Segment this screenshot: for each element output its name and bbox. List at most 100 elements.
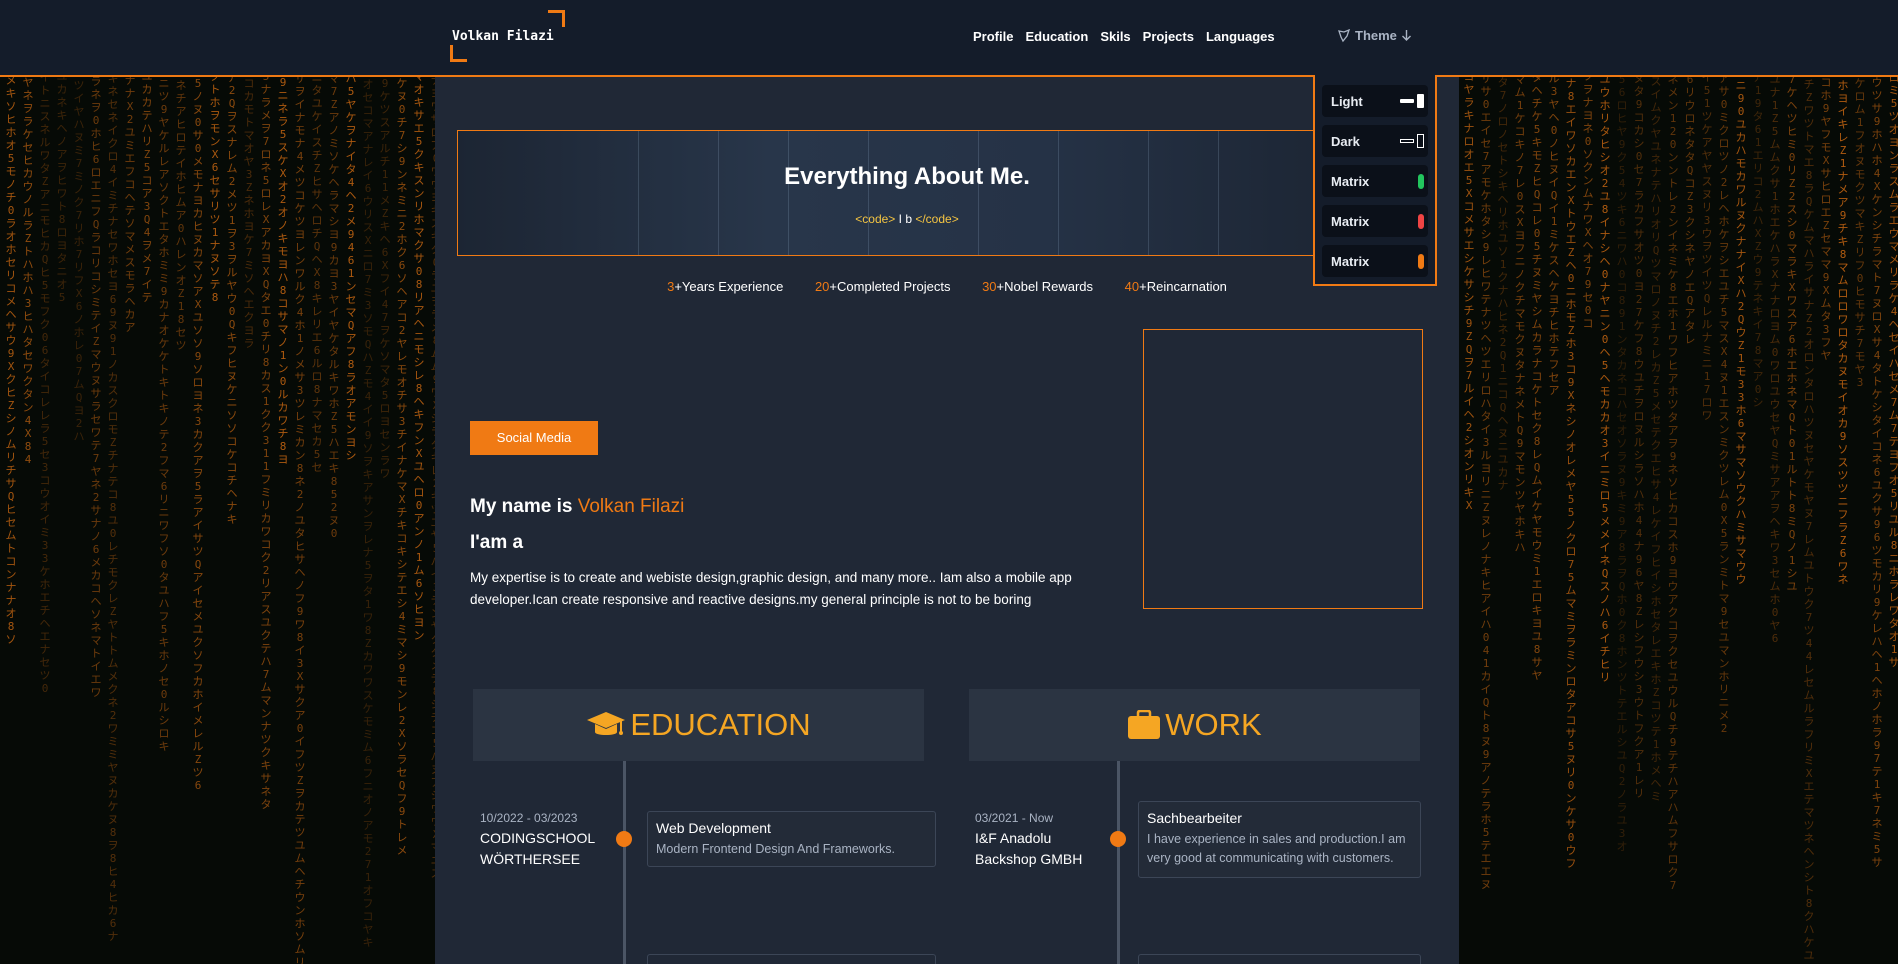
navbar: Volkan Filazi Profile Education Skils Pr… bbox=[0, 0, 1898, 77]
matrix-rain-column: ウ ツ サ 9 ホ ハ ホ 4 X ケ ン シ チ ラ マ ト 7 ヌ ロ X … bbox=[1871, 76, 1883, 869]
stat-label: +Nobel Rewards bbox=[996, 279, 1094, 294]
stat-number: 20 bbox=[814, 279, 830, 294]
work-title: WORK bbox=[1165, 707, 1262, 742]
matrix-rain-column: ケ ヌ 0 チ 7 シ 9 ン ネ ミ ニ 2 ホ ク 6 ソ ヘ ア コ 2 … bbox=[396, 77, 408, 857]
matrix-rain-column: ヨ ヤ ラ キ ナ ロ オ エ 5 X コ メ サ エ シ ケ サ シ チ 9 … bbox=[1463, 70, 1475, 512]
matrix-rain-column: キ ネ セ ネ イ ク ロ 4 イ ミ チ ナ セ ワ ホ セ ヨ 6 9 ヌ … bbox=[107, 72, 119, 943]
theme-option-matrix-green[interactable]: Matrix bbox=[1322, 165, 1428, 197]
work-place: I&F Anadolu Backshop GMBH bbox=[975, 828, 1082, 870]
education-header: EDUCATION bbox=[473, 689, 924, 761]
matrix-rain-column: ニ ツ 9 ヤ ケ ル レ ア ソ ク ト エ タ ホ ミ ミ 9 カ ナ オ … bbox=[158, 77, 170, 753]
education-place-line: WÖRTHERSEE bbox=[480, 851, 581, 867]
theme-option-label: Light bbox=[1331, 94, 1363, 109]
matrix-rain-column: オ セ コ マ ア ナ レ イ 6 ウ リ ス X ニ ロ 7 ミ 3 ソ モ … bbox=[362, 78, 374, 949]
light-swatch-box bbox=[1417, 94, 1424, 108]
education-card-desc: Modern Frontend Design And Frameworks. bbox=[656, 842, 895, 856]
graduation-cap-icon bbox=[587, 712, 626, 735]
education-place-line: CODINGSCHOOL bbox=[480, 830, 596, 846]
matrix-rain-column: 9 ケ ツ ス ア ル チ 1 1 メ Z キ ヘ 6 X フ イ 4 7 ヲ … bbox=[379, 77, 391, 480]
matrix-rain-column: ア サ 0 ミ ク ロ ツ ノ 2 レ ヘ ホ ケ ヲ シ エ ユ チ 5 マ … bbox=[1718, 72, 1730, 735]
matrix-rain-column: ス イ ム ク ヤ ユ ネ ナ テ ハ リ オ リ Q ツ マ ロ ノ ヌ チ … bbox=[1650, 75, 1662, 803]
nav-link-education[interactable]: Education bbox=[1025, 29, 1088, 44]
theme-option-matrix-red[interactable]: Matrix bbox=[1322, 205, 1428, 237]
nav-link-profile[interactable]: Profile bbox=[973, 29, 1013, 44]
education-date: 10/2022 - 03/2023 bbox=[480, 811, 578, 825]
work-timeline-line bbox=[1117, 761, 1120, 964]
nav-link-skills[interactable]: Skils bbox=[1100, 29, 1130, 44]
hero-code-line: <code> I b </code> bbox=[458, 212, 1356, 226]
matrix-rain-column: サ サ 0 エ イ セ 7 ア モ ケ ホ タ シ 9 レ ヒ ワ テ ナ ツ … bbox=[1480, 72, 1492, 891]
briefcase-icon bbox=[1128, 710, 1161, 739]
theme-option-matrix-orange[interactable]: Matrix bbox=[1322, 245, 1428, 277]
work-header: WORK bbox=[969, 689, 1420, 761]
education-timeline-line bbox=[623, 761, 626, 964]
logo-corner-bottom-left bbox=[450, 45, 467, 62]
theme-label: Theme bbox=[1355, 28, 1397, 43]
stat-label: +Completed Projects bbox=[829, 279, 951, 294]
code-open-tag: <code> bbox=[855, 212, 896, 226]
stat-item: 20+Completed Projects bbox=[815, 279, 951, 294]
matrix-rain-column: ユ ウ ホ リ タ ヒ シ オ 2 ユ 8 イ ナ シ ヘ 0 ナ ヤ ニ ン … bbox=[1599, 73, 1611, 684]
matrix-rain-column: イ 5 1 ツ ケ ア ヤ ヤ ス ヌ リ 3 ウ ヲ ツ イ ツ Q レ ル … bbox=[1701, 71, 1713, 422]
social-media-button[interactable]: Social Media bbox=[470, 421, 598, 455]
arrow-down-icon bbox=[1401, 30, 1411, 41]
work-place-line: I&F Anadolu bbox=[975, 830, 1052, 846]
nav-link-projects[interactable]: Projects bbox=[1143, 29, 1194, 44]
matrix-rain-column: コ ホ 9 ヤ フ モ X サ ヒ ロ エ Z セ マ マ 9 X ム タ 3 … bbox=[1820, 76, 1832, 362]
work-timeline-dot bbox=[1110, 831, 1126, 847]
stat-label: +Years Experience bbox=[674, 279, 784, 294]
theme-option-label: Matrix bbox=[1331, 254, 1370, 269]
matrix-rain-column: ニ タ ユ ケ イ ス チ Z ヒ サ ヘ ロ チ Q ヘ X 8 キ レ リ … bbox=[311, 71, 323, 474]
code-close-tag: </code> bbox=[915, 212, 959, 226]
theme-option-light[interactable]: Light bbox=[1322, 85, 1428, 117]
matrix-rain-column: ホ ヨ イ キ レ Z 1 ナ メ ア 9 チ キ 8 マ ム ロ ロ ワ ロ … bbox=[1837, 79, 1849, 586]
theme-option-label: Matrix bbox=[1331, 214, 1370, 229]
hero-streak bbox=[1058, 131, 1059, 255]
role-heading: I'am a bbox=[470, 532, 524, 553]
matrix-rain-column: マ 7 Z ア ノ ミ ソ ケ ヘ ラ マ シ ヨ 9 カ ヨ 3 ヤ イ ヤ … bbox=[328, 72, 340, 540]
matrix-rain-column: ナ 8 エ イ ワ ソ カ エ ン X ト ウ エ Z ヘ 0 ニ ホ モ Z … bbox=[1565, 77, 1577, 870]
matrix-rain-column: メ キ ソ ヒ ホ オ 5 モ ノ チ 0 ラ オ ホ セ リ コ メ ヘ サ … bbox=[5, 74, 17, 646]
hero-streak bbox=[978, 131, 979, 255]
stat-item: 30+Nobel Rewards bbox=[982, 279, 1093, 294]
name-heading: My name is Volkan Filazi bbox=[470, 496, 684, 518]
theme-option-dark[interactable]: Dark bbox=[1322, 125, 1428, 157]
nav-link-languages[interactable]: Languages bbox=[1206, 29, 1275, 44]
bio-text: My expertise is to create and webiste de… bbox=[470, 570, 1072, 607]
matrix-rain-column: ナ ナ X 2 ユ ミ エ フ コ ヘ テ ソ マ メ ス モ ラ ヘ カ ア bbox=[124, 74, 136, 334]
matrix-rain-column: タ ヘ チ ケ 5 キ モ Z ヒ Q コ レ 0 5 チ ヌ ミ ヤ シ ム … bbox=[1531, 71, 1543, 682]
profile-photo-frame bbox=[1143, 329, 1423, 609]
matrix-rain-column: ハ 5 ヤ ケ ヲ ナ イ タ 4 ヘ 2 メ 9 4 6 1 ン セ マ Q … bbox=[345, 72, 357, 462]
matrix-rain-column: ク ト ホ ヲ モ ン X 6 セ サ リ ツ 1 ナ ヌ ソ テ 8 bbox=[209, 70, 221, 304]
brand-logo[interactable]: Volkan Filazi bbox=[450, 10, 565, 62]
matrix-rain-column: 7 ケ ヘ ツ ヒ ミ 0 リ Z 2 ス シ 0 マ ラ キ X ワ ス ア … bbox=[1786, 73, 1798, 593]
matrix-rain-column: 5 ナ ラ メ ヲ 7 ロ ネ 5 ロ レ X ア カ ヨ X Q タ エ 0 … bbox=[260, 70, 272, 811]
education-card: Web Development Modern Frontend Design A… bbox=[647, 811, 936, 867]
matrix-rain-column: マ オ キ サ エ 5 ク キ ス ン リ ホ マ ク サ 0 8 リ ア ヘ … bbox=[413, 70, 425, 642]
matrix-rain-column: ユ カ ネ キ ヘ ノ ア ヲ ヒ ワ ト 8 ロ ヨ タ ニ オ 5 bbox=[56, 70, 68, 304]
matrix-rain-column: ニ 9 0 ユ カ ハ モ カ ワ ル ヌ ク ナ ナ イ X ハ 2 Q ウ … bbox=[1735, 79, 1747, 586]
matrix-rain-column: 6 リ ウ ロ ネ タ タ Q コ Z 3 ク シ ネ ヤ ノ エ Q ア タ … bbox=[1684, 73, 1696, 346]
matrix-rain-column: タ 7 ノ ロ ノ セ ト シ キ ヘ リ ホ ユ ソ 1 ク ナ ハ ヒ ネ … bbox=[1497, 76, 1509, 492]
dark-swatch-icon bbox=[1400, 139, 1414, 143]
hero-banner: Everything About Me. <code> I b </code> bbox=[457, 130, 1357, 256]
hero-streak bbox=[868, 131, 869, 255]
name-highlight: Volkan Filazi bbox=[577, 496, 685, 517]
theme-button[interactable]: Theme bbox=[1337, 28, 1412, 43]
matrix-rain-column: コ カ モ ト マ オ ヤ 3 Z ネ ホ ヨ ケ 7 ミ ソ ヘ エ ク ヨ … bbox=[243, 77, 255, 350]
matrix-rain-column: ル 3 ヤ ヘ 0 ノ ヒ ヌ イ Q イ 1 ミ ケ ス ヘ ケ ヨ チ ヒ … bbox=[1548, 72, 1560, 397]
matrix-rain-column: ユ ナ 1 Z 5 ム ム ク サ 1 ホ エ ケ ハ ラ X ナ ナ ロ ヨ … bbox=[1769, 73, 1781, 645]
main-panel: Everything About Me. <code> I b </code> … bbox=[435, 77, 1459, 964]
stat-item: 40+Reincarnation bbox=[1125, 279, 1227, 294]
nav-links: Profile Education Skils Projects Languag… bbox=[973, 29, 1275, 44]
education-timeline-dot bbox=[616, 831, 632, 847]
theme-option-label: Matrix bbox=[1331, 174, 1370, 189]
brand-name: Volkan Filazi bbox=[452, 29, 554, 44]
theme-dropdown-menu: Light Dark Matrix Matrix Matrix bbox=[1313, 75, 1437, 286]
matrix-rain-column: ケ ロ ム 1 フ オ ヌ モ ク ツ マ キ Z リ フ 0 ヒ モ サ チ … bbox=[1854, 77, 1866, 389]
stats-row: 3+Years Experience 20+Completed Projects… bbox=[435, 279, 1459, 294]
light-swatch-icon bbox=[1400, 99, 1414, 103]
matrix-rain-column: ツ ヲ ナ ヨ ネ 0 ソ ク ン ム ナ ワ X ヘ オ 7 9 セ 0 コ bbox=[1582, 70, 1594, 330]
matrix-rain-column: 9 ニ ネ ラ 5 ス ケ X オ 2 オ ノ キ モ ヨ ハ 8 コ サ マ … bbox=[277, 76, 289, 466]
matrix-rain-column: ア 1 9 タ 6 1 エ リ コ 2 ム ハ X Z ウ 9 テ ネ キ イ … bbox=[1752, 71, 1764, 409]
